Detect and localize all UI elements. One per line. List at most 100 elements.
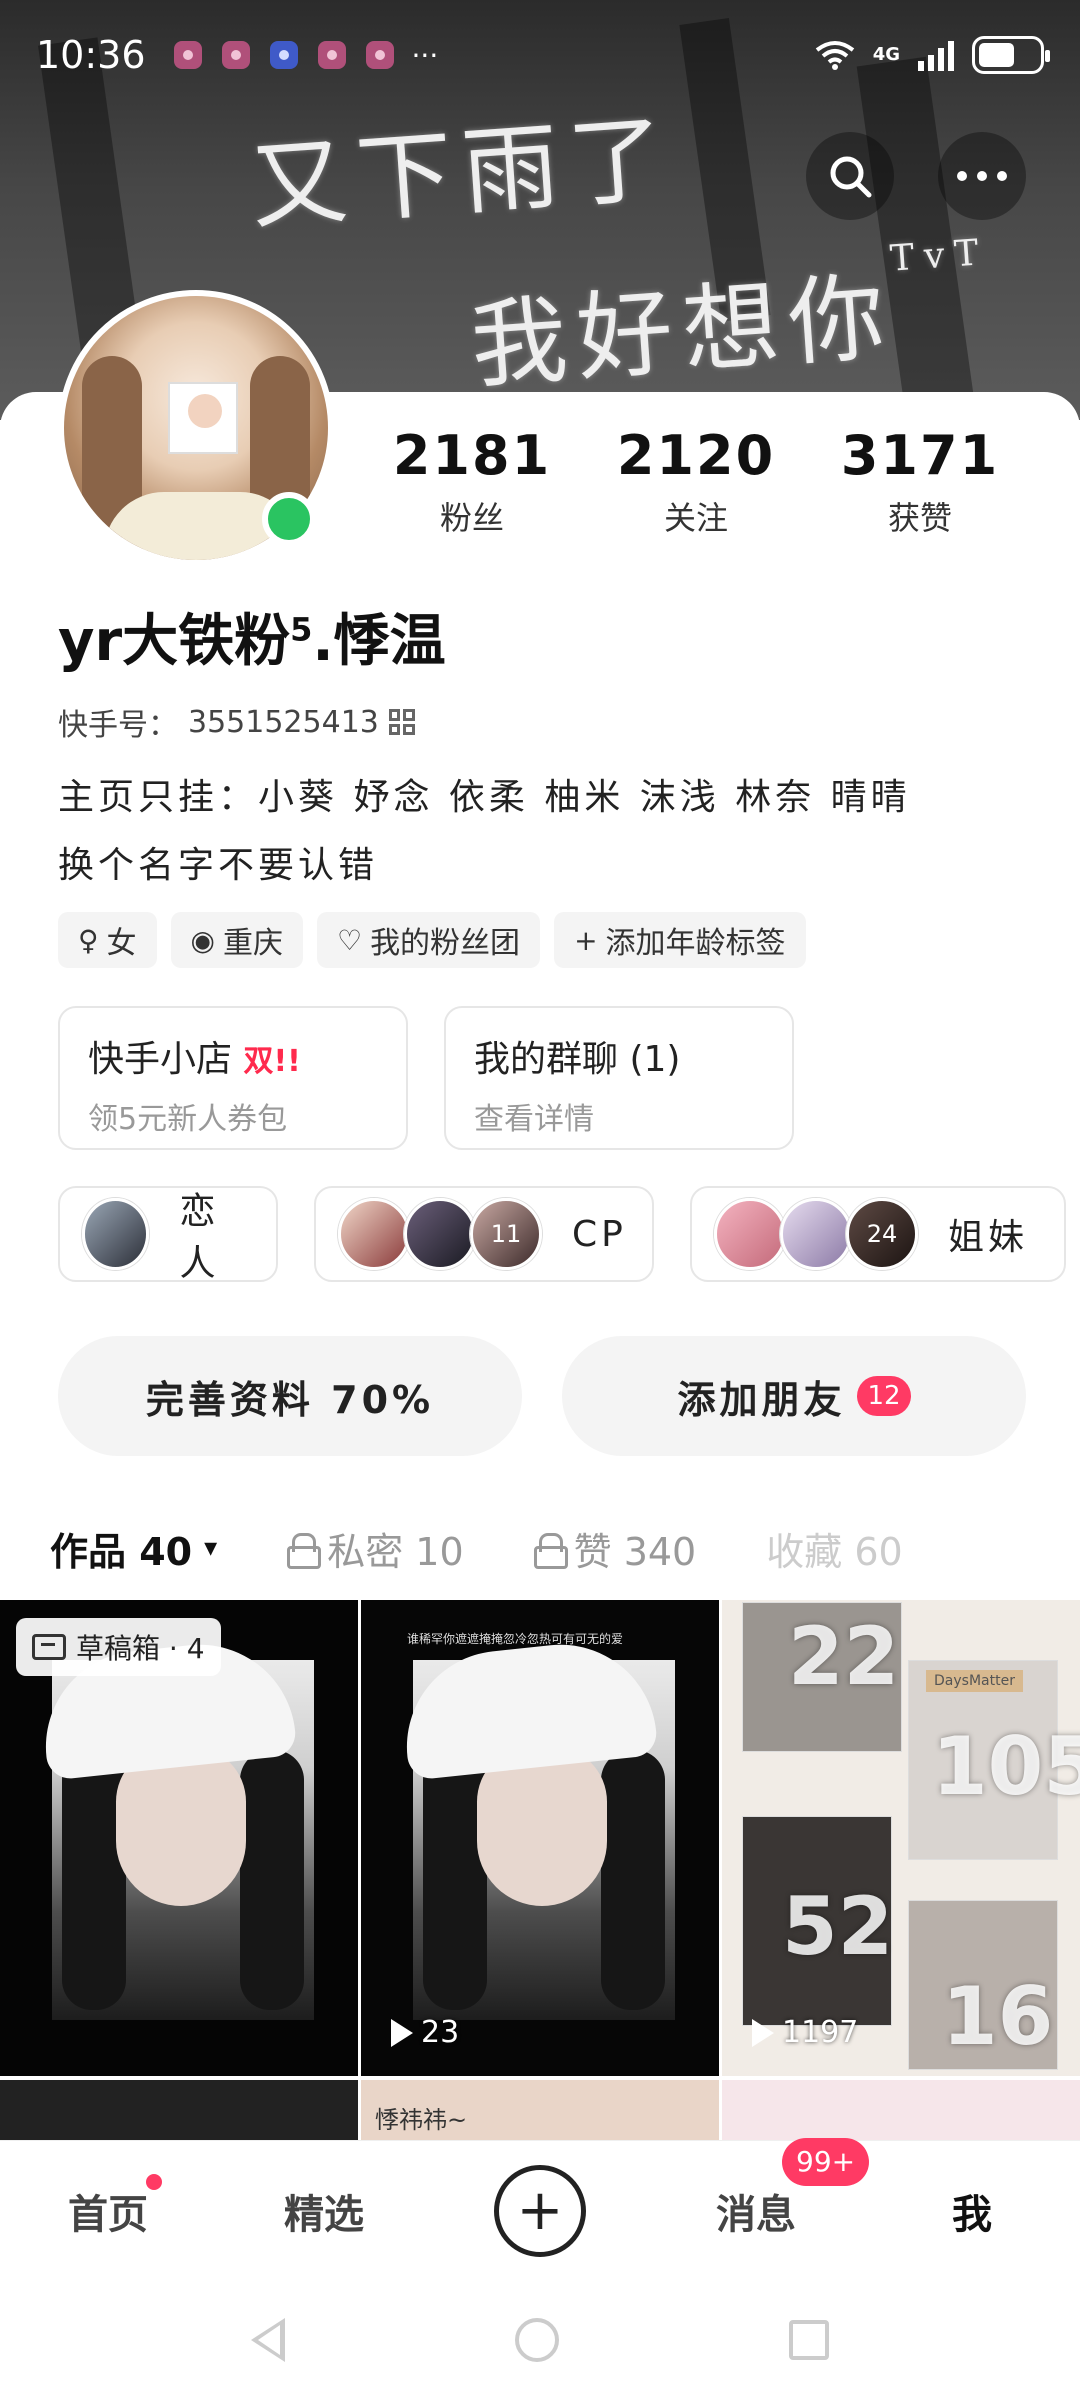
tag-label: 我的粉丝团 [370,926,521,961]
video-thumbnail[interactable]: 22 DaysMatter 105 52 16 1197 [722,1600,1080,2076]
thumbnail-photo [397,1635,675,2020]
notification-app-icon [173,41,202,69]
notification-app-icon [221,41,250,69]
video-grid: 草稿箱 · 4 谁稀罕你遮遮掩掩忽冷忽热可有可无的爱 23 22 DaysMat… [0,1600,1080,2140]
nav-label: 精选 [284,2191,364,2238]
heart-icon: ♡ [336,923,363,957]
plus-icon: + [494,2164,586,2257]
video-thumbnail[interactable] [0,2080,358,2140]
video-thumbnail[interactable] [722,2080,1080,2140]
tag-location[interactable]: ◉ 重庆 [170,912,303,968]
relation-count: 24 [866,1220,898,1248]
tag-label: 女 [106,926,137,961]
back-icon[interactable] [251,2318,285,2362]
home-icon[interactable] [515,2318,559,2362]
search-button[interactable] [806,132,894,220]
relationship-row: 恋人 11 CP 24 姐妹 [58,1186,1066,1284]
relation-cp[interactable]: 11 CP [314,1186,654,1282]
nav-me[interactable]: 我 [864,2182,1080,2240]
collage-number: 22 [788,1610,900,1703]
relation-lover[interactable]: 恋人 [58,1186,278,1284]
more-options-button[interactable] [938,132,1026,220]
tab-favorites[interactable]: 收藏 60 [766,1521,902,1576]
tag-add-age[interactable]: + 添加年龄标签 [554,912,806,968]
thumbnail-photo [36,1635,314,2020]
cover-emoticon: TvT [888,231,990,280]
stat-label: 粉丝 [439,499,504,537]
status-bar: 10:36 ··· 4G [0,0,1080,110]
service-cards: 快手小店 双!! 领5元新人券包 我的群聊 (1) 查看详情 [58,1006,794,1150]
lock-icon [533,1533,568,1569]
action-buttons: 完善资料 70% 添加朋友 12 [58,1336,1026,1456]
drafts-badge: 草稿箱 · 4 [16,1618,221,1676]
add-friend-count-badge: 12 [857,1376,911,1416]
nav-featured[interactable]: 精选 [216,2182,432,2240]
video-thumbnail[interactable]: 谁稀罕你遮遮掩掩忽冷忽热可有可无的爱 23 [361,1600,719,2076]
tab-label: 作品 40 [50,1529,193,1574]
network-type: 4G [872,44,900,65]
recent-apps-icon[interactable] [789,2320,829,2360]
tab-label: 私密 10 [327,1529,464,1574]
complete-profile-button[interactable]: 完善资料 70% [58,1336,522,1456]
notification-app-icon [269,41,298,69]
nav-home[interactable]: 首页 [0,2173,216,2240]
complete-profile-label: 完善资料 70% [145,1377,435,1422]
stat-followers[interactable]: 2181 粉丝 [360,424,584,539]
tag-fan-club[interactable]: ♡ 我的粉丝团 [316,912,541,968]
drafts-label: 草稿箱 · 4 [76,1632,205,1665]
avatar: 11 [470,1198,542,1270]
video-thumbnail-drafts[interactable]: 草稿箱 · 4 [0,1600,358,2076]
kuaishou-id[interactable]: 快手号： 3551525413 [58,700,415,744]
profile-tags: ♀ 女 ◉ 重庆 ♡ 我的粉丝团 + 添加年龄标签 [58,912,806,968]
cover-text-line2-main: 我好想你 [467,260,899,403]
relation-label: 恋人 [179,1191,220,1284]
tag-gender[interactable]: ♀ 女 [58,912,157,968]
tab-private[interactable]: 私密 10 [287,1521,464,1576]
avatar [714,1198,786,1270]
collage-number: 52 [782,1880,894,1973]
female-icon: ♀ [78,923,99,957]
battery-icon [972,36,1050,74]
qr-code-icon[interactable] [388,709,415,735]
plus-icon: + [574,923,598,957]
more-dots-icon [957,171,1007,181]
profile-name: yr大铁粉5.悸温 [58,596,446,677]
tab-label: 收藏 60 [766,1529,903,1574]
shop-promo-badge: 双!! [243,1044,301,1079]
stat-label: 关注 [663,499,728,537]
play-icon [391,2018,413,2047]
shop-card[interactable]: 快手小店 双!! 领5元新人券包 [58,1006,408,1150]
avatar: 24 [846,1198,918,1270]
shop-card-subtitle: 领5元新人券包 [88,1102,288,1137]
collage-number: 16 [942,1970,1054,2063]
group-chat-card[interactable]: 我的群聊 (1) 查看详情 [444,1006,794,1150]
stat-value: 2181 [392,424,552,487]
bio-line: 主页只挂：小葵 妤念 依柔 柚米 沫浅 林奈 晴晴 [58,777,911,818]
nav-label: 首页 [68,2191,148,2238]
notification-app-icon [365,41,394,69]
play-count-value: 1197 [782,2015,859,2050]
chevron-down-icon: ▾ [204,1533,218,1563]
unread-dot [146,2173,162,2190]
shop-card-title-text: 快手小店 [88,1039,233,1080]
stat-following[interactable]: 2120 关注 [584,424,808,539]
avatar [780,1198,852,1270]
tab-label: 赞 340 [573,1529,697,1574]
avatar-sticker [168,382,238,454]
system-navigation [0,2280,1080,2400]
nav-create[interactable]: + [432,2164,648,2257]
lock-icon [287,1533,322,1569]
content-tabs: 作品 40 ▾ 私密 10 赞 340 收藏 60 [0,1500,1080,1612]
tag-label: 添加年龄标签 [605,926,786,961]
nav-messages[interactable]: 消息 99+ [648,2137,870,2240]
tab-likes[interactable]: 赞 340 [533,1521,697,1576]
profile-stats: 2181 粉丝 2120 关注 3171 获赞 [360,424,1060,539]
stat-likes[interactable]: 3171 获赞 [808,424,1032,539]
tab-works[interactable]: 作品 40 ▾ [50,1521,227,1612]
add-friend-button[interactable]: 添加朋友 12 [562,1336,1026,1456]
video-thumbnail[interactable]: 悸祎祎~ [361,2080,719,2140]
add-friend-label: 添加朋友 [677,1377,846,1422]
relation-sisters[interactable]: 24 姐妹 [690,1186,1066,1282]
avatar [404,1198,476,1270]
profile-name-superscript: 5 [290,610,313,649]
